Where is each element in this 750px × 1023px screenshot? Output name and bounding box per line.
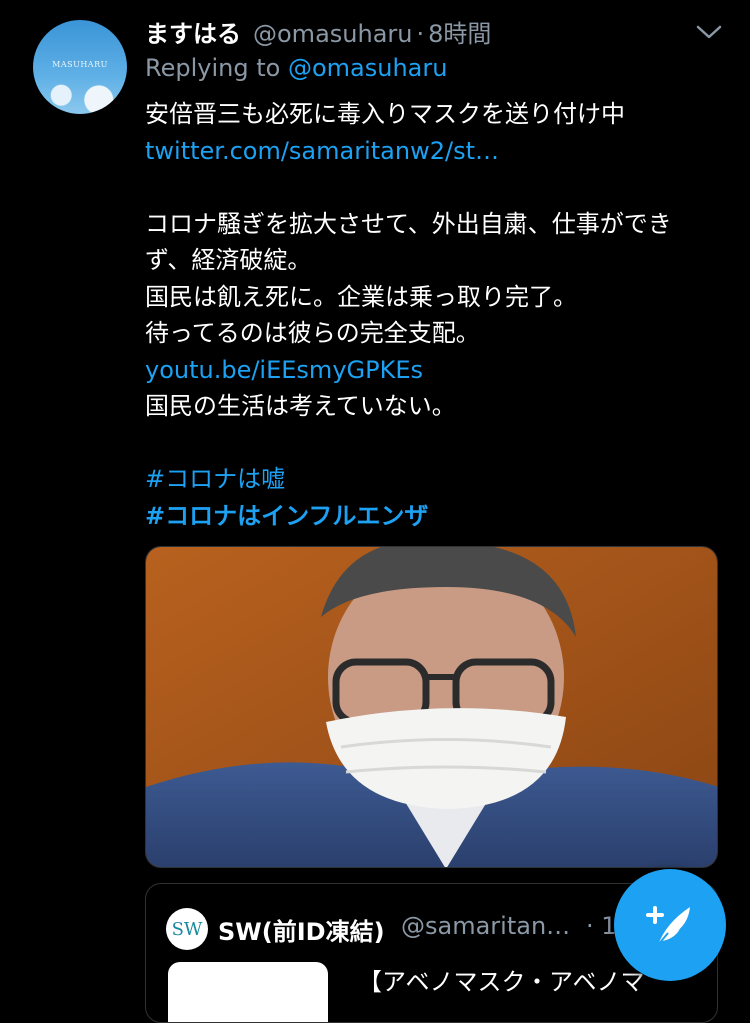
avatar[interactable]: MASUHARU	[33, 20, 127, 114]
text-line: 国民の生活は考えていない。	[145, 392, 456, 420]
chevron-down-icon[interactable]	[694, 20, 724, 44]
quoted-avatar[interactable]: SW	[166, 908, 208, 950]
timestamp[interactable]: 8時間	[428, 14, 491, 49]
replying-to: Replying to @omasuharu	[145, 54, 447, 82]
youtube-link[interactable]: youtu.be/iEEsmyGPKEs	[145, 352, 725, 389]
quoted-handle: @samaritan…	[401, 912, 571, 940]
text-line: コロナ騒ぎを拡大させて、外出自粛、仕事ができ	[145, 209, 672, 238]
text-line: 国民は飢え死に。企業は乗っ取り完了。	[145, 282, 577, 311]
text-line: 安倍晋三も必死に毒入りマスクを送り付け中	[145, 100, 625, 128]
tweet-text: 安倍晋三も必死に毒入りマスクを送り付け中 twitter.com/samarit…	[145, 96, 725, 534]
quoted-text: 【アベノマスク・アベノマ	[358, 968, 645, 996]
user-handle[interactable]: @omasuharu	[253, 20, 412, 48]
hashtag-link[interactable]: #コロナは嘘	[145, 461, 725, 498]
tweet-header: ますはる @omasuharu · 8時間	[145, 14, 491, 50]
quoted-display-name: SW(前ID凍結)	[218, 918, 385, 946]
twitter-link[interactable]: twitter.com/samaritanw2/st…	[145, 133, 725, 170]
tweet-media-image[interactable]	[145, 546, 718, 868]
compose-tweet-button[interactable]	[614, 869, 726, 981]
text-line: ず、経済破綻。	[145, 246, 312, 274]
display-name[interactable]: ますはる	[145, 14, 241, 49]
quoted-thumbnail	[168, 962, 328, 1022]
compose-feather-icon	[646, 906, 690, 946]
reply-mention-link[interactable]: @omasuharu	[288, 54, 447, 82]
separator-dot: ·	[416, 20, 425, 48]
text-line: 待ってるのは彼らの完全支配。	[145, 319, 480, 347]
replying-to-label: Replying to	[145, 54, 281, 82]
avatar-text: MASUHARU	[52, 60, 108, 69]
quoted-avatar-text: SW	[171, 918, 203, 940]
quoted-timestamp: · 1	[586, 912, 617, 940]
hashtag-link[interactable]: #コロナはインフルエンザ	[145, 498, 725, 535]
